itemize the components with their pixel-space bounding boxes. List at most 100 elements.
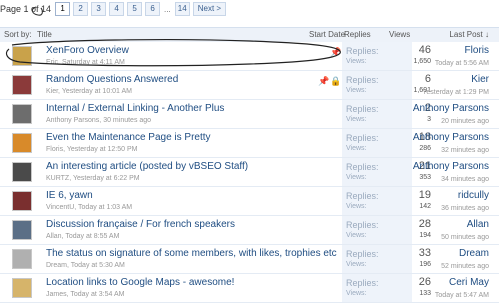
views-count: 1,650 bbox=[413, 58, 431, 65]
page-link-3[interactable]: 3 bbox=[91, 2, 107, 16]
views-count: 142 bbox=[419, 203, 431, 210]
page-link-6[interactable]: 6 bbox=[145, 2, 161, 16]
page-link-last[interactable]: 14 bbox=[174, 2, 190, 16]
sort-start-date-link[interactable]: Start Date bbox=[309, 30, 345, 39]
views-count: 3 bbox=[427, 116, 431, 123]
last-post-time: Today at 5:47 AM bbox=[434, 292, 489, 299]
thread-title-link[interactable]: IE 6, yawn bbox=[46, 190, 93, 201]
thread-starter-meta: VincentU, Today at 1:03 AM bbox=[46, 204, 133, 211]
next-page-button[interactable]: Next > bbox=[192, 2, 227, 16]
thread-row[interactable]: Discussion française / For french speake… bbox=[0, 216, 499, 245]
thread-starter-meta: KURTZ, Yesterday at 6:22 PM bbox=[46, 175, 140, 182]
sort-views-link[interactable]: Views bbox=[389, 30, 410, 39]
thread-starter-meta: James, Today at 3:54 AM bbox=[46, 291, 125, 298]
user-avatar[interactable] bbox=[12, 162, 32, 182]
thread-row[interactable]: Location links to Google Maps - awesome!… bbox=[0, 274, 499, 303]
sticky-pin-icon: 📌 bbox=[318, 76, 330, 86]
page-count-label: Page 1 of 14 bbox=[0, 4, 52, 14]
page-link-5[interactable]: 5 bbox=[127, 2, 143, 16]
replies-label: Replies: bbox=[346, 75, 379, 85]
last-post-time: 36 minutes ago bbox=[441, 205, 489, 212]
lock-icon: 🔒 bbox=[330, 76, 342, 86]
user-avatar[interactable] bbox=[12, 46, 32, 66]
thread-row[interactable]: Internal / External Linking - Another Pl… bbox=[0, 100, 499, 129]
sort-title-link[interactable]: Title bbox=[37, 30, 52, 39]
thread-starter-meta: Allan, Today at 8:55 AM bbox=[46, 233, 120, 240]
last-post-time: Yesterday at 1:29 PM bbox=[422, 89, 489, 96]
last-post-user-link[interactable]: Allan bbox=[467, 219, 489, 230]
replies-count: 28 bbox=[418, 218, 431, 230]
replies-count: 26 bbox=[418, 276, 431, 288]
views-label: Views: bbox=[346, 87, 367, 94]
last-post-user-link[interactable]: Kier bbox=[471, 74, 489, 85]
last-post-user-link[interactable]: Floris bbox=[465, 45, 489, 56]
replies-count: 46 bbox=[418, 44, 431, 56]
thread-title-link[interactable]: Random Questions Answered bbox=[46, 74, 178, 85]
thread-title-link[interactable]: XenForo Overview bbox=[46, 45, 129, 56]
views-label: Views: bbox=[346, 116, 367, 123]
thread-title-link[interactable]: Location links to Google Maps - awesome! bbox=[46, 277, 234, 288]
last-post-user-link[interactable]: Anthony Parsons bbox=[413, 161, 489, 172]
thread-title-link[interactable]: Discussion française / For french speake… bbox=[46, 219, 235, 230]
user-avatar[interactable] bbox=[12, 249, 32, 269]
last-post-time: 52 minutes ago bbox=[441, 263, 489, 270]
replies-count: 19 bbox=[418, 189, 431, 201]
thread-title-link[interactable]: An interesting article (posted by vBSEO … bbox=[46, 161, 248, 172]
replies-label: Replies: bbox=[346, 104, 379, 114]
last-post-time: 20 minutes ago bbox=[441, 118, 489, 125]
thread-title-link[interactable]: The status on signature of some members,… bbox=[46, 248, 337, 259]
views-count: 196 bbox=[419, 261, 431, 268]
user-avatar[interactable] bbox=[12, 133, 32, 153]
user-avatar[interactable] bbox=[12, 104, 32, 124]
replies-label: Replies: bbox=[346, 46, 379, 56]
replies-count: 33 bbox=[418, 247, 431, 259]
replies-label: Replies: bbox=[346, 162, 379, 172]
thread-starter-meta: Eric, Saturday at 4:11 AM bbox=[46, 59, 125, 66]
views-label: Views: bbox=[346, 58, 367, 65]
thread-row[interactable]: Random Questions Answered Kier, Yesterday… bbox=[0, 71, 499, 100]
last-post-user-link[interactable]: Dream bbox=[459, 248, 489, 259]
thread-title-link[interactable]: Internal / External Linking - Another Pl… bbox=[46, 103, 224, 114]
last-post-user-link[interactable]: Anthony Parsons bbox=[413, 132, 489, 143]
thread-starter-meta: Floris, Yesterday at 12:50 PM bbox=[46, 146, 138, 153]
page-ellipsis: ... bbox=[164, 4, 171, 14]
sticky-pin-icon: 📌 bbox=[330, 47, 342, 57]
thread-row[interactable]: The status on signature of some members,… bbox=[0, 245, 499, 274]
views-label: Views: bbox=[346, 174, 367, 181]
thread-starter-meta: Anthony Parsons, 30 minutes ago bbox=[46, 117, 152, 124]
thread-row[interactable]: Even the Maintenance Page is Pretty Flori… bbox=[0, 129, 499, 158]
views-label: Views: bbox=[346, 290, 367, 297]
last-post-time: Today at 5:56 AM bbox=[434, 60, 489, 67]
views-label: Views: bbox=[346, 261, 367, 268]
sort-by-label: Sort by: bbox=[4, 30, 32, 39]
thread-row[interactable]: IE 6, yawn VincentU, Today at 1:03 AM Repl… bbox=[0, 187, 499, 216]
pagination: Page 1 of 14 1 2 3 4 5 6 ... 14 Next > bbox=[0, 2, 227, 16]
page-link-4[interactable]: 4 bbox=[109, 2, 125, 16]
replies-label: Replies: bbox=[346, 133, 379, 143]
thread-row[interactable]: XenForo Overview Eric, Saturday at 4:11 A… bbox=[0, 42, 499, 71]
last-post-user-link[interactable]: Anthony Parsons bbox=[413, 103, 489, 114]
user-avatar[interactable] bbox=[12, 75, 32, 95]
last-post-user-link[interactable]: ridcully bbox=[458, 190, 489, 201]
replies-label: Replies: bbox=[346, 191, 379, 201]
page-link-1[interactable]: 1 bbox=[55, 2, 71, 16]
views-label: Views: bbox=[346, 145, 367, 152]
views-count: 353 bbox=[419, 174, 431, 181]
user-avatar[interactable] bbox=[12, 220, 32, 240]
thread-row[interactable]: An interesting article (posted by vBSEO … bbox=[0, 158, 499, 187]
views-count: 194 bbox=[419, 232, 431, 239]
thread-starter-meta: Dream, Today at 5:30 AM bbox=[46, 262, 125, 269]
last-post-time: 32 minutes ago bbox=[441, 147, 489, 154]
user-avatar[interactable] bbox=[12, 278, 32, 298]
page-link-2[interactable]: 2 bbox=[73, 2, 89, 16]
user-avatar[interactable] bbox=[12, 191, 32, 211]
replies-label: Replies: bbox=[346, 278, 379, 288]
thread-title-link[interactable]: Even the Maintenance Page is Pretty bbox=[46, 132, 211, 143]
replies-count: 6 bbox=[424, 73, 431, 85]
views-label: Views: bbox=[346, 232, 367, 239]
sort-replies-link[interactable]: Replies bbox=[344, 30, 371, 39]
last-post-user-link[interactable]: Ceri May bbox=[449, 277, 489, 288]
sort-last-post-link[interactable]: Last Post ↓ bbox=[449, 30, 489, 39]
thread-starter-meta: Kier, Yesterday at 10:01 AM bbox=[46, 88, 133, 95]
replies-label: Replies: bbox=[346, 249, 379, 259]
